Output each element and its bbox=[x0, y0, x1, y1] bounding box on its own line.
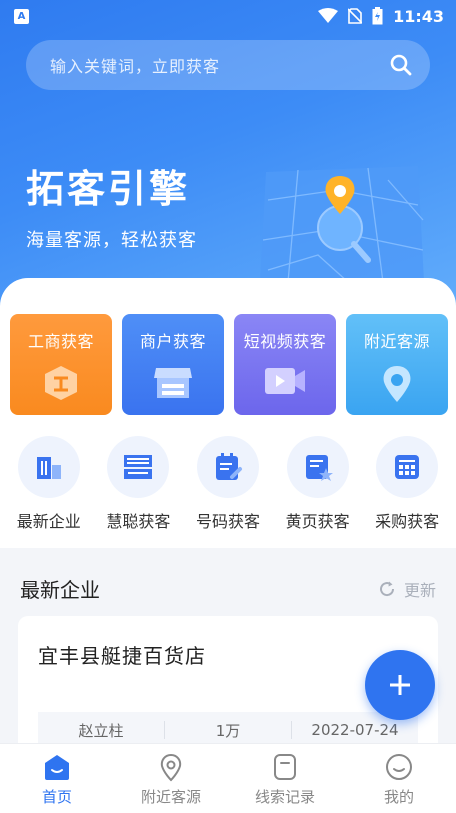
quick-link-icon-bg bbox=[17, 436, 80, 498]
search-input[interactable]: 输入关键词，立即获客 bbox=[26, 40, 430, 90]
location-pin-icon bbox=[160, 753, 182, 782]
video-camera-icon bbox=[265, 368, 305, 394]
quick-link-label: 黄页获客 bbox=[285, 512, 350, 531]
add-button[interactable] bbox=[365, 650, 435, 720]
building-icon bbox=[36, 457, 61, 479]
section-title: 最新企业 bbox=[20, 578, 100, 602]
status-bar: A 11:43 bbox=[0, 0, 456, 32]
feature-nearby[interactable]: 附近客源 bbox=[346, 314, 448, 415]
feature-tiles: 工商获客 商户获客 短视频获客 附近客源 bbox=[10, 314, 448, 415]
notification-badge: A bbox=[14, 8, 29, 24]
star-document-icon bbox=[305, 455, 333, 481]
hero-title: 拓客引擎 bbox=[26, 167, 191, 211]
plus-icon bbox=[390, 675, 410, 695]
nav-label: 我的 bbox=[383, 788, 414, 806]
notepad-icon bbox=[215, 453, 242, 480]
nav-label: 线索记录 bbox=[254, 788, 315, 806]
no-sim-icon bbox=[348, 8, 363, 24]
feature-label: 商户获客 bbox=[139, 332, 206, 351]
quick-link-icon-bg bbox=[107, 436, 170, 498]
hero-banner: A 11:43 输入关键词，立即获客 拓客引擎 海量客源，轻松获客 bbox=[0, 0, 456, 310]
quick-links: 最新企业 慧聪获客 号码获客 黄页获客 采购获客 bbox=[0, 436, 456, 532]
refresh-button[interactable]: 更新 bbox=[378, 577, 436, 601]
home-icon bbox=[45, 755, 69, 780]
section-header: 最新企业 更新 bbox=[20, 574, 436, 603]
quick-link-label: 最新企业 bbox=[16, 512, 81, 531]
grid-box-icon bbox=[395, 455, 420, 479]
company-name: 宜丰县艇捷百货店 bbox=[38, 644, 206, 668]
quick-link-label: 慧聪获客 bbox=[106, 512, 171, 531]
record-icon bbox=[274, 754, 296, 780]
quick-link-huicong[interactable]: 慧聪获客 bbox=[94, 436, 182, 532]
nav-leads[interactable]: 线索记录 bbox=[228, 744, 342, 813]
storefront-icon bbox=[154, 368, 192, 398]
legal-person: 赵立柱 bbox=[78, 721, 124, 740]
business-badge-icon bbox=[45, 366, 77, 400]
feature-label: 工商获客 bbox=[27, 332, 94, 351]
quick-link-icon-bg bbox=[286, 436, 349, 498]
bottom-nav: 首页 附近客源 线索记录 我的 bbox=[0, 743, 456, 813]
smile-icon bbox=[386, 754, 412, 780]
refresh-icon bbox=[380, 581, 394, 596]
quick-link-procurement[interactable]: 采购获客 bbox=[363, 436, 451, 532]
map-illustration-icon bbox=[260, 166, 424, 283]
nav-home[interactable]: 首页 bbox=[0, 744, 114, 813]
nav-profile[interactable]: 我的 bbox=[342, 744, 456, 813]
registered-capital: 1万 bbox=[215, 721, 241, 740]
quick-link-label: 号码获客 bbox=[195, 512, 260, 531]
nav-nearby[interactable]: 附近客源 bbox=[114, 744, 228, 813]
nav-label: 首页 bbox=[41, 788, 72, 806]
hero-subtitle: 海量客源，轻松获客 bbox=[26, 230, 197, 251]
quick-link-icon-bg bbox=[196, 436, 259, 498]
feature-business[interactable]: 工商获客 bbox=[10, 314, 112, 415]
hui-char-icon bbox=[124, 455, 153, 479]
search-icon[interactable] bbox=[390, 54, 412, 76]
quick-link-icon-bg bbox=[376, 436, 439, 498]
quick-link-yellow-pages[interactable]: 黄页获客 bbox=[274, 436, 362, 532]
quick-link-new-company[interactable]: 最新企业 bbox=[5, 436, 93, 532]
location-pin-icon bbox=[383, 366, 411, 402]
wifi-icon bbox=[318, 8, 339, 23]
search-placeholder: 输入关键词，立即获客 bbox=[50, 57, 221, 76]
feature-merchant[interactable]: 商户获客 bbox=[122, 314, 224, 415]
battery-icon bbox=[372, 7, 383, 25]
refresh-label: 更新 bbox=[403, 580, 436, 600]
feature-label: 短视频获客 bbox=[243, 332, 327, 351]
clock: 11:43 bbox=[393, 6, 444, 26]
feature-short-video[interactable]: 短视频获客 bbox=[234, 314, 336, 415]
quick-link-label: 采购获客 bbox=[375, 512, 440, 531]
feature-label: 附近客源 bbox=[363, 332, 430, 351]
nav-label: 附近客源 bbox=[140, 788, 201, 806]
established-date: 2022-07-24 bbox=[311, 721, 399, 739]
quick-link-phone[interactable]: 号码获客 bbox=[184, 436, 272, 532]
